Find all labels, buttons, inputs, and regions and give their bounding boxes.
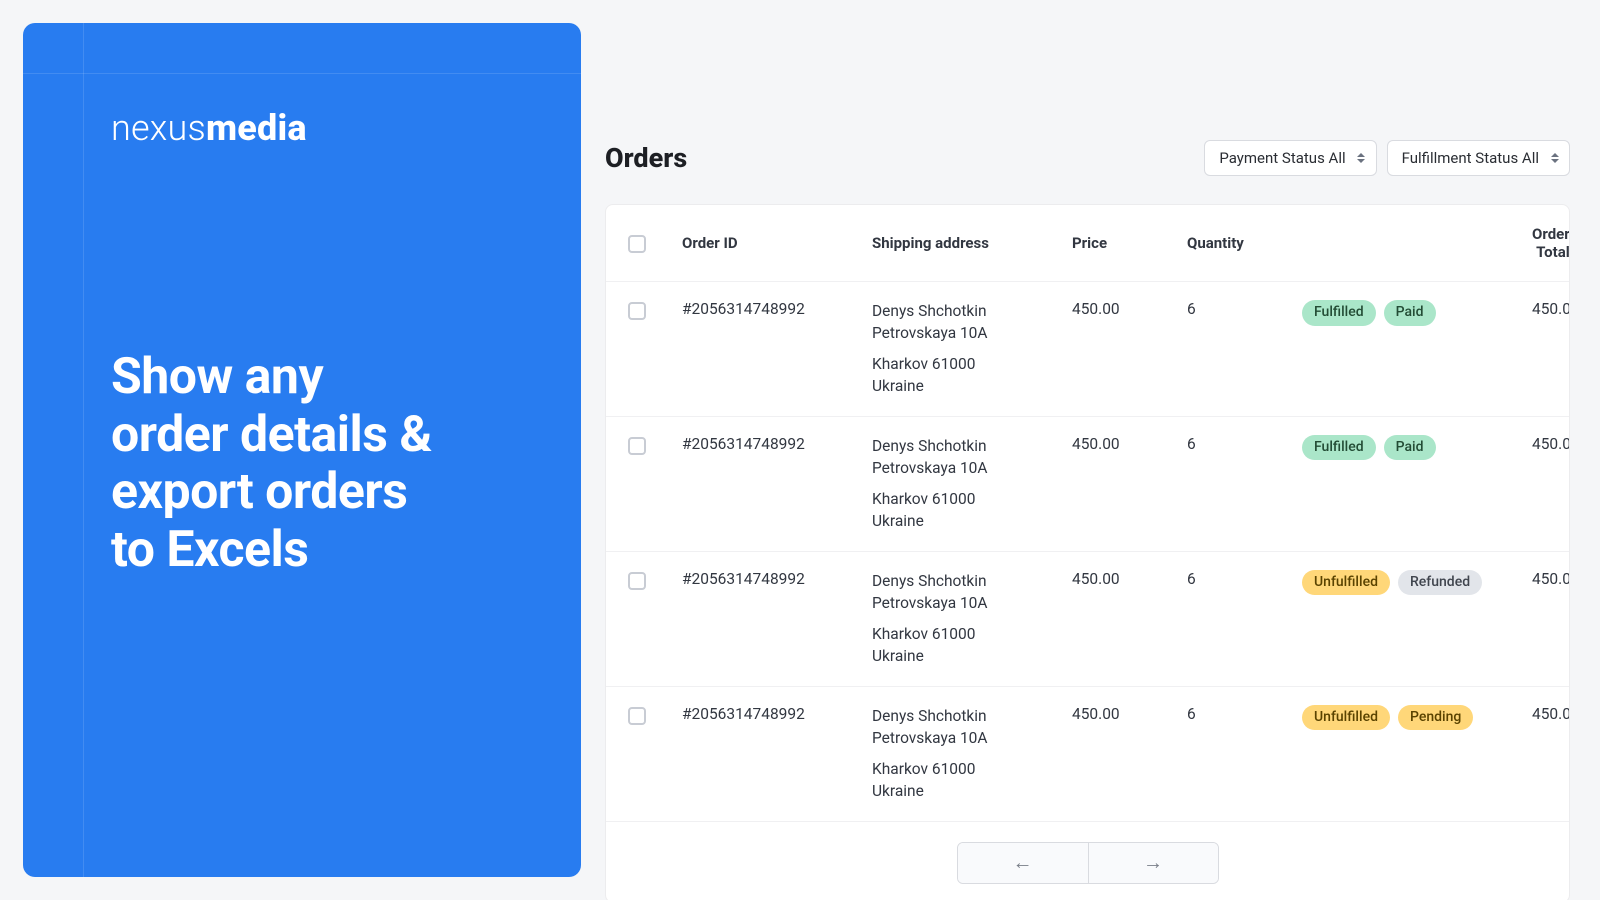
filter-fulfillment-status-label: Fulfillment Status All bbox=[1402, 149, 1539, 167]
col-header-order-id: Order ID bbox=[682, 234, 872, 252]
cell-shipping-city: Kharkov 61000 bbox=[872, 758, 1072, 780]
cell-status: Unfulfilled Refunded bbox=[1302, 570, 1532, 596]
cell-shipping-city: Kharkov 61000 bbox=[872, 488, 1072, 510]
payment-badge: Refunded bbox=[1398, 570, 1482, 596]
fulfillment-badge: Fulfilled bbox=[1302, 300, 1376, 326]
table-row: #2056314748992 Denys Shchotkin Petrovska… bbox=[606, 687, 1569, 822]
cell-shipping-street: Petrovskaya 10A bbox=[872, 727, 1072, 749]
cell-price: 450.00 bbox=[1072, 300, 1187, 318]
brand-logo: nexusmedia bbox=[111, 107, 493, 149]
cell-shipping-name: Denys Shchotkin bbox=[872, 705, 1072, 727]
cell-order-id: #2056314748992 bbox=[682, 570, 872, 588]
cell-shipping-country: Ukraine bbox=[872, 780, 1072, 802]
brand-prefix: nexus bbox=[111, 107, 206, 149]
cell-shipping-country: Ukraine bbox=[872, 645, 1072, 667]
col-header-shipping: Shipping address bbox=[872, 234, 1072, 252]
table-header-row: Order ID Shipping address Price Quantity… bbox=[606, 205, 1569, 282]
filter-group: Payment Status All Fulfillment Status Al… bbox=[1204, 140, 1570, 176]
cell-status: Unfulfilled Pending bbox=[1302, 705, 1532, 731]
cell-shipping-country: Ukraine bbox=[872, 375, 1072, 397]
cell-shipping: Denys Shchotkin Petrovskaya 10A Kharkov … bbox=[872, 300, 1072, 398]
cell-shipping-country: Ukraine bbox=[872, 510, 1072, 532]
cell-shipping-street: Petrovskaya 10A bbox=[872, 592, 1072, 614]
table-row: #2056314748992 Denys Shchotkin Petrovska… bbox=[606, 552, 1569, 687]
row-checkbox[interactable] bbox=[628, 302, 646, 320]
page-header: Orders Payment Status All Fulfillment St… bbox=[605, 140, 1570, 176]
cell-order-id: #2056314748992 bbox=[682, 300, 872, 318]
row-checkbox[interactable] bbox=[628, 707, 646, 725]
pagination-next-button[interactable]: → bbox=[1088, 843, 1218, 883]
orders-table: Order ID Shipping address Price Quantity… bbox=[605, 204, 1570, 900]
cell-order-id: #2056314748992 bbox=[682, 705, 872, 723]
cell-shipping-city: Kharkov 61000 bbox=[872, 623, 1072, 645]
cell-price: 450.00 bbox=[1072, 435, 1187, 453]
fulfillment-badge: Unfulfilled bbox=[1302, 570, 1390, 596]
arrow-left-icon: ← bbox=[1013, 850, 1033, 875]
cell-shipping-name: Denys Shchotkin bbox=[872, 435, 1072, 457]
pagination-group: ← → bbox=[957, 842, 1219, 884]
chevron-sort-icon bbox=[1357, 151, 1366, 165]
main-content: Orders Payment Status All Fulfillment St… bbox=[605, 140, 1570, 900]
hero-headline: Show any order details & export orders t… bbox=[111, 349, 493, 579]
cell-quantity: 6 bbox=[1187, 435, 1302, 453]
cell-total: 450.00 bbox=[1532, 705, 1570, 723]
filter-fulfillment-status[interactable]: Fulfillment Status All bbox=[1387, 140, 1570, 176]
pagination: ← → bbox=[606, 822, 1569, 900]
hero-panel: nexusmedia Show any order details & expo… bbox=[23, 23, 581, 877]
payment-badge: Pending bbox=[1398, 705, 1473, 731]
row-checkbox[interactable] bbox=[628, 437, 646, 455]
cell-status: Fulfilled Paid bbox=[1302, 435, 1532, 461]
col-header-total: Order Total bbox=[1532, 225, 1570, 261]
table-row: #2056314748992 Denys Shchotkin Petrovska… bbox=[606, 417, 1569, 552]
payment-badge: Paid bbox=[1384, 300, 1436, 326]
cell-total: 450.00 bbox=[1532, 570, 1570, 588]
cell-shipping: Denys Shchotkin Petrovskaya 10A Kharkov … bbox=[872, 705, 1072, 803]
cell-total: 450.00 bbox=[1532, 300, 1570, 318]
pagination-prev-button[interactable]: ← bbox=[958, 843, 1088, 883]
col-header-quantity: Quantity bbox=[1187, 234, 1302, 252]
fulfillment-badge: Unfulfilled bbox=[1302, 705, 1390, 731]
hero-line-2: order details & bbox=[111, 407, 493, 465]
fulfillment-badge: Fulfilled bbox=[1302, 435, 1376, 461]
hero-line-4: to Excels bbox=[111, 522, 493, 580]
payment-badge: Paid bbox=[1384, 435, 1436, 461]
col-header-price: Price bbox=[1072, 234, 1187, 252]
page-title: Orders bbox=[605, 142, 687, 174]
cell-quantity: 6 bbox=[1187, 570, 1302, 588]
table-row: #2056314748992 Denys Shchotkin Petrovska… bbox=[606, 282, 1569, 417]
cell-quantity: 6 bbox=[1187, 300, 1302, 318]
brand-bold: media bbox=[206, 107, 307, 149]
filter-payment-status-label: Payment Status All bbox=[1219, 149, 1345, 167]
cell-price: 450.00 bbox=[1072, 705, 1187, 723]
cell-order-id: #2056314748992 bbox=[682, 435, 872, 453]
cell-shipping-name: Denys Shchotkin bbox=[872, 570, 1072, 592]
arrow-right-icon: → bbox=[1143, 850, 1163, 875]
cell-total: 450.00 bbox=[1532, 435, 1570, 453]
cell-shipping-name: Denys Shchotkin bbox=[872, 300, 1072, 322]
cell-status: Fulfilled Paid bbox=[1302, 300, 1532, 326]
hero-line-1: Show any bbox=[111, 349, 493, 407]
hero-line-3: export orders bbox=[111, 464, 493, 522]
cell-shipping: Denys Shchotkin Petrovskaya 10A Kharkov … bbox=[872, 435, 1072, 533]
cell-shipping-street: Petrovskaya 10A bbox=[872, 322, 1072, 344]
cell-shipping-street: Petrovskaya 10A bbox=[872, 457, 1072, 479]
cell-shipping-city: Kharkov 61000 bbox=[872, 353, 1072, 375]
chevron-sort-icon bbox=[1550, 151, 1559, 165]
cell-price: 450.00 bbox=[1072, 570, 1187, 588]
select-all-checkbox[interactable] bbox=[628, 235, 646, 253]
row-checkbox[interactable] bbox=[628, 572, 646, 590]
cell-shipping: Denys Shchotkin Petrovskaya 10A Kharkov … bbox=[872, 570, 1072, 668]
filter-payment-status[interactable]: Payment Status All bbox=[1204, 140, 1376, 176]
cell-quantity: 6 bbox=[1187, 705, 1302, 723]
